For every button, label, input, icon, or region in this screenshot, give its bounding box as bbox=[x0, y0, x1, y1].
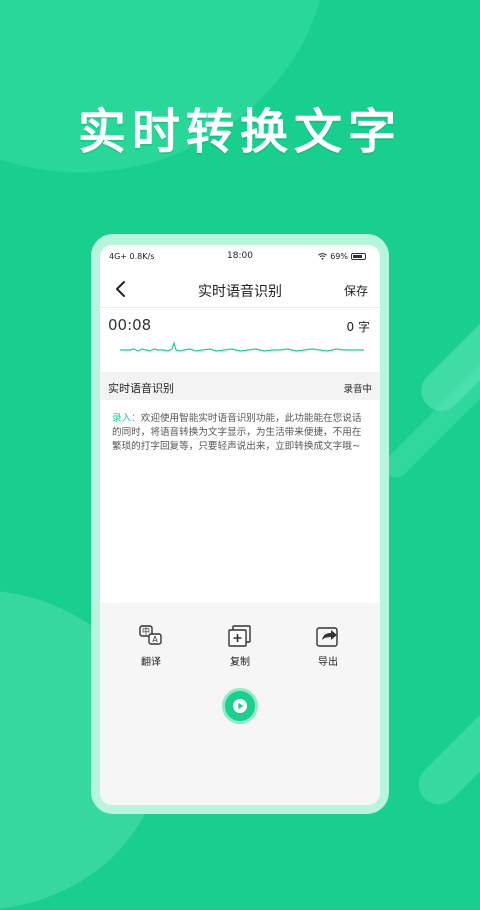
save-button[interactable]: 保存 bbox=[344, 282, 368, 299]
section-title: 实时语音识别 bbox=[108, 382, 174, 395]
phone-screen: 4G+ 0.8K/s 18:00 69% 实时语音识别 保存 00:08 0 字… bbox=[100, 245, 380, 805]
waveform bbox=[120, 340, 364, 352]
page-title: 实时语音识别 bbox=[198, 284, 282, 300]
translate-icon: 中 A bbox=[139, 625, 162, 645]
transcript-text: 录入：欢迎使用智能实时语音识别功能，此功能能在您说话的同时，将语音转换为文字显示… bbox=[112, 412, 368, 454]
wifi-icon bbox=[318, 253, 328, 260]
transcript-body: 欢迎使用智能实时语音识别功能，此功能能在您说话的同时，将语音转换为文字显示，为生… bbox=[112, 413, 362, 452]
play-button[interactable] bbox=[222, 688, 258, 724]
divider bbox=[100, 307, 380, 308]
export-button[interactable]: 导出 bbox=[298, 625, 358, 668]
copy-label: 复制 bbox=[230, 657, 250, 668]
recording-status: 录音中 bbox=[343, 384, 372, 395]
section-header: 实时语音识别 录音中 bbox=[100, 372, 380, 400]
translate-button[interactable]: 中 A 翻译 bbox=[121, 625, 181, 668]
battery-level: 69% bbox=[330, 252, 348, 261]
bottom-panel: 中 A 翻译 复制 导出 bbox=[100, 603, 380, 805]
battery-icon bbox=[351, 253, 366, 260]
copy-button[interactable]: 复制 bbox=[210, 625, 270, 668]
hero-title: 实时转换文字 bbox=[77, 104, 402, 160]
phone-frame: 4G+ 0.8K/s 18:00 69% 实时语音识别 保存 00:08 0 字… bbox=[91, 234, 389, 814]
background-stripe bbox=[410, 607, 480, 813]
svg-text:A: A bbox=[152, 635, 158, 644]
status-bar: 4G+ 0.8K/s 18:00 69% bbox=[100, 245, 380, 269]
export-icon bbox=[316, 627, 338, 647]
play-icon bbox=[233, 699, 247, 713]
export-label: 导出 bbox=[318, 657, 338, 668]
translate-label: 翻译 bbox=[141, 657, 161, 668]
transcript-label: 录入： bbox=[112, 413, 141, 424]
status-right: 69% bbox=[318, 252, 366, 261]
recording-timer: 00:08 bbox=[108, 316, 152, 334]
copy-icon bbox=[228, 625, 251, 647]
top-bar: 实时语音识别 保存 bbox=[100, 269, 380, 309]
